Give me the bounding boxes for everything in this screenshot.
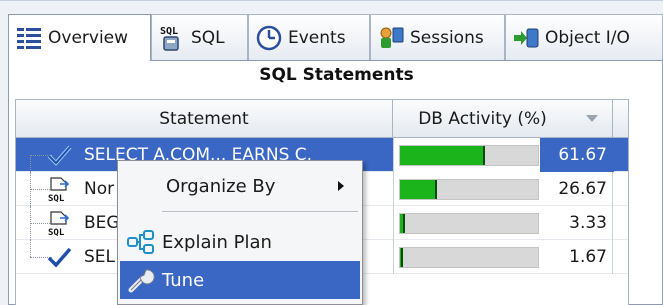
tab-sql-label: SQL bbox=[191, 27, 225, 48]
svg-text:SQL: SQL bbox=[48, 228, 65, 236]
sessions-icon bbox=[377, 24, 405, 52]
tab-strip: Overview SQL SQL Events Sessions Object … bbox=[8, 14, 663, 61]
submenu-arrow-icon bbox=[338, 181, 344, 191]
tab-sql[interactable]: SQL SQL bbox=[151, 14, 248, 60]
activity-bar bbox=[399, 213, 539, 234]
activity-bar bbox=[399, 179, 539, 200]
events-clock-icon bbox=[255, 24, 283, 52]
context-menu: Organize By Explain Plan Tune bbox=[117, 160, 363, 305]
activity-bar bbox=[399, 247, 539, 268]
tab-sessions-label: Sessions bbox=[410, 27, 484, 48]
menu-item-tune[interactable]: Tune bbox=[120, 261, 360, 299]
statement-text: BEG bbox=[84, 213, 120, 233]
column-header-db-activity[interactable]: DB Activity (%) bbox=[393, 100, 613, 138]
column-header-db-activity-label: DB Activity (%) bbox=[418, 109, 547, 129]
menu-item-organize-by[interactable]: Organize By bbox=[120, 167, 360, 205]
explain-plan-icon bbox=[126, 227, 156, 257]
tab-events-label: Events bbox=[288, 27, 346, 48]
statement-text: SEL bbox=[84, 247, 116, 267]
menu-separator bbox=[162, 211, 358, 212]
tab-overview[interactable]: Overview bbox=[8, 14, 151, 61]
panel-title: SQL Statements bbox=[259, 65, 414, 85]
tree-line bbox=[30, 155, 31, 172]
tab-object-io-label: Object I/O bbox=[545, 27, 630, 48]
svg-text:SQL: SQL bbox=[160, 26, 178, 37]
statement-text: Nor bbox=[84, 179, 115, 199]
sort-descending-icon bbox=[586, 115, 598, 122]
tab-sessions[interactable]: Sessions bbox=[370, 14, 505, 60]
sql-doc-icon: SQL bbox=[46, 176, 72, 204]
activity-value: 3.33 bbox=[569, 213, 607, 233]
menu-item-label: Explain Plan bbox=[162, 231, 272, 253]
grid-header: Statement DB Activity (%) bbox=[16, 100, 628, 138]
sql-icon: SQL bbox=[158, 24, 186, 52]
column-header-statement[interactable]: Statement bbox=[16, 100, 393, 138]
activity-bar-fill bbox=[400, 248, 403, 267]
check-icon bbox=[46, 142, 72, 168]
tab-object-io[interactable]: Object I/O bbox=[505, 14, 663, 60]
overview-icon bbox=[15, 24, 43, 52]
tab-overview-label: Overview bbox=[48, 28, 129, 48]
wrench-icon bbox=[126, 265, 156, 295]
tab-events[interactable]: Events bbox=[248, 14, 370, 60]
object-io-icon bbox=[512, 24, 540, 52]
activity-bar-fill bbox=[400, 146, 485, 165]
activity-bar-fill bbox=[400, 180, 437, 199]
db-activity-cell: 26.67 bbox=[393, 172, 613, 206]
check-icon bbox=[46, 244, 72, 270]
db-activity-cell: 3.33 bbox=[393, 206, 613, 240]
activity-value: 1.67 bbox=[569, 247, 607, 267]
db-activity-cell: 61.67 bbox=[393, 138, 614, 172]
menu-item-explain-plan[interactable]: Explain Plan bbox=[120, 223, 360, 261]
svg-text:SQL: SQL bbox=[48, 194, 65, 202]
menu-item-label: Tune bbox=[162, 269, 205, 291]
menu-item-label: Organize By bbox=[166, 175, 276, 197]
activity-value: 61.67 bbox=[558, 145, 607, 165]
activity-bar-fill bbox=[400, 214, 405, 233]
sql-doc-icon: SQL bbox=[46, 210, 72, 238]
activity-bar bbox=[399, 145, 539, 166]
db-activity-cell: 1.67 bbox=[393, 240, 613, 274]
tree-line bbox=[30, 240, 31, 257]
activity-value: 26.67 bbox=[558, 179, 607, 199]
